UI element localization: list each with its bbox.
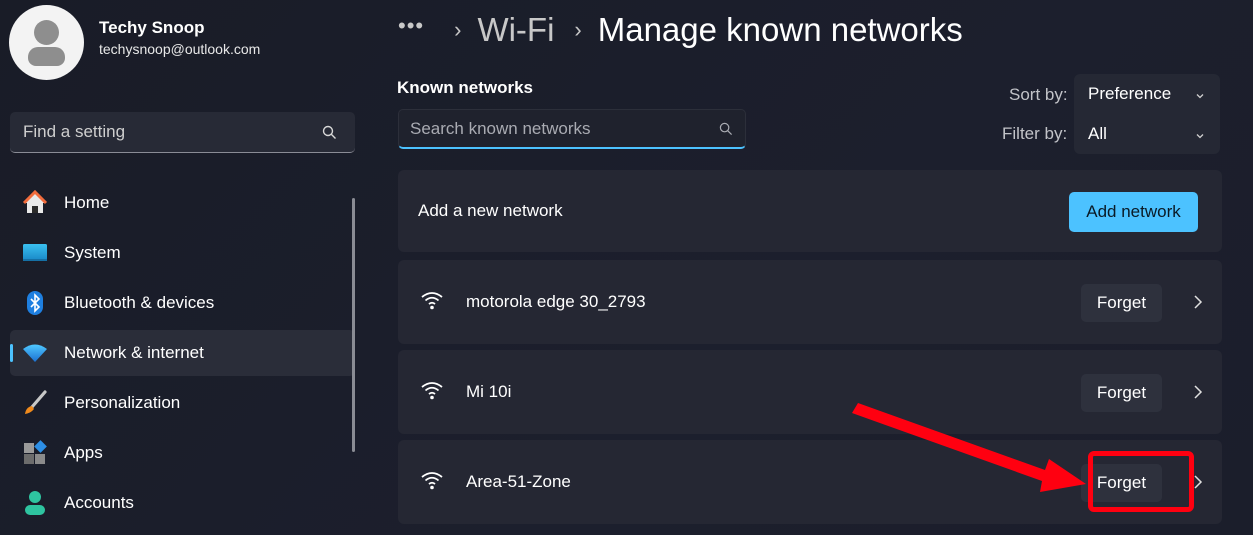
network-name: Mi 10i <box>466 382 512 401</box>
sidebar: Techy Snoop techysnoop@outlook.com Home <box>0 0 370 535</box>
annotation-highlight-box <box>1088 451 1194 512</box>
find-setting-box[interactable] <box>10 112 355 153</box>
sidebar-item-label: Apps <box>64 443 103 462</box>
chevron-right-icon[interactable] <box>1192 293 1204 316</box>
bluetooth-icon <box>22 290 48 316</box>
forget-button[interactable]: Forget <box>1081 374 1162 412</box>
network-name: Area-51-Zone <box>466 472 571 491</box>
chevron-down-icon <box>1194 87 1206 107</box>
add-network-label: Add a new network <box>418 201 563 220</box>
sidebar-item-network[interactable]: Network & internet <box>10 330 355 376</box>
wifi-icon <box>22 340 48 366</box>
sort-filter-panel: Preference All <box>1074 74 1220 154</box>
breadcrumb-separator: › <box>454 17 462 42</box>
sidebar-item-label: Accounts <box>64 493 134 512</box>
known-networks-heading: Known networks <box>397 78 534 97</box>
sidebar-item-personalization[interactable]: Personalization <box>10 380 355 426</box>
network-row[interactable]: motorola edge 30_2793 Forget <box>398 260 1222 344</box>
breadcrumb-separator: › <box>574 17 582 42</box>
filter-by-label: Filter by: <box>1002 124 1068 143</box>
home-icon <box>22 190 48 216</box>
find-setting-input[interactable] <box>23 122 313 142</box>
breadcrumb-wifi-link[interactable]: Wi-Fi <box>477 11 554 49</box>
forget-button[interactable]: Forget <box>1081 284 1162 322</box>
page-title: Manage known networks <box>597 11 963 48</box>
sidebar-item-home[interactable]: Home <box>10 180 355 226</box>
filter-by-value: All <box>1088 124 1107 143</box>
sort-by-dropdown[interactable]: Preference <box>1074 74 1220 114</box>
breadcrumb-more-button[interactable]: ••• <box>398 13 424 39</box>
chevron-right-icon[interactable] <box>1192 383 1204 406</box>
apps-icon <box>22 440 48 466</box>
settings-window: Techy Snoop techysnoop@outlook.com Home <box>0 0 1253 535</box>
add-network-card: Add a new network Add network <box>398 170 1222 252</box>
sidebar-item-label: Bluetooth & devices <box>64 293 215 312</box>
chevron-down-icon <box>1194 127 1206 147</box>
sort-by-value: Preference <box>1088 84 1172 103</box>
profile-name: Techy Snoop <box>99 17 205 37</box>
wifi-signal-icon <box>420 470 444 495</box>
add-network-button[interactable]: Add network <box>1069 192 1198 232</box>
search-icon[interactable] <box>322 125 337 145</box>
search-known-networks-input[interactable] <box>410 118 700 139</box>
sort-by-label: Sort by: <box>1009 85 1068 104</box>
breadcrumb: ••• › Wi-Fi › Manage known networks <box>398 8 963 52</box>
search-known-networks-box[interactable] <box>398 109 746 149</box>
brush-icon <box>22 390 48 416</box>
user-profile[interactable]: Techy Snoop techysnoop@outlook.com <box>9 5 260 80</box>
sidebar-item-label: Personalization <box>64 393 181 412</box>
filter-by-dropdown[interactable]: All <box>1074 114 1220 154</box>
search-icon[interactable] <box>719 122 733 141</box>
sidebar-item-system[interactable]: System <box>10 230 355 276</box>
sidebar-item-label: System <box>64 243 121 262</box>
sidebar-item-label: Home <box>64 193 110 212</box>
sidebar-scrollbar[interactable] <box>352 198 355 452</box>
network-name: motorola edge 30_2793 <box>466 292 646 311</box>
sidebar-item-bluetooth[interactable]: Bluetooth & devices <box>10 280 355 326</box>
sidebar-item-accounts[interactable]: Accounts <box>10 480 355 526</box>
avatar <box>9 5 84 80</box>
network-row[interactable]: Mi 10i Forget <box>398 350 1222 434</box>
system-icon <box>22 240 48 266</box>
account-icon <box>22 490 48 516</box>
sidebar-item-label: Network & internet <box>64 343 204 362</box>
profile-email: techysnoop@outlook.com <box>99 40 261 57</box>
wifi-signal-icon <box>420 290 444 315</box>
wifi-signal-icon <box>420 380 444 405</box>
sidebar-nav: Home System Bluetooth & devices Network … <box>10 180 355 530</box>
sidebar-item-apps[interactable]: Apps <box>10 430 355 476</box>
